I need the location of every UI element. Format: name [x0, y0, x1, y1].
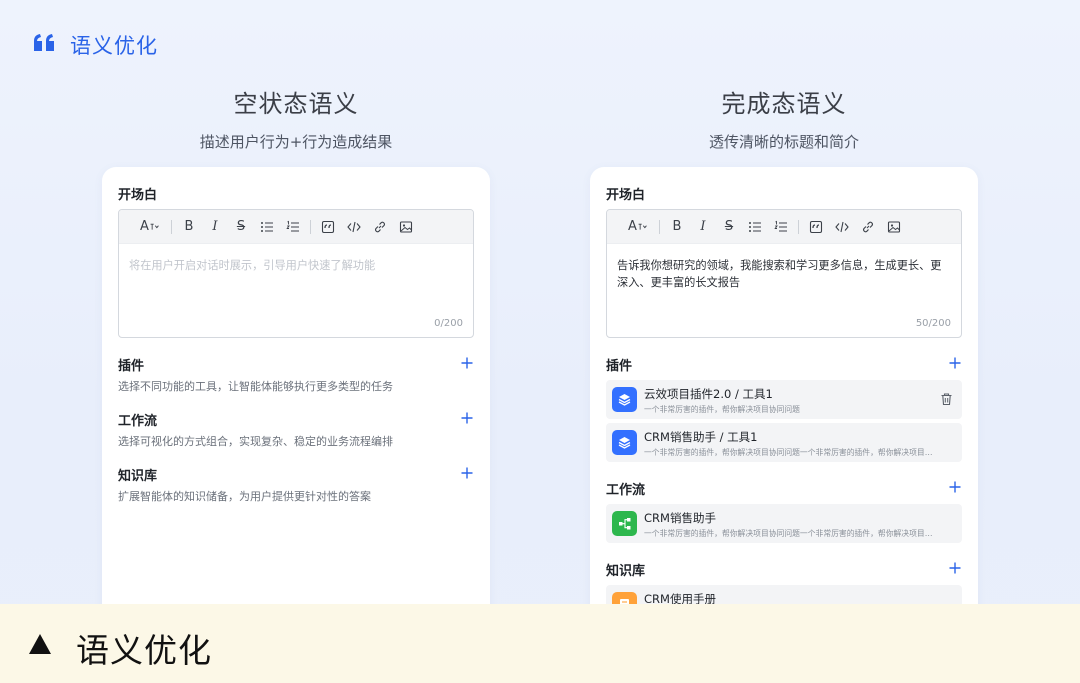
font-size-glyph: A: [140, 219, 149, 234]
plugin-item-title: CRM销售助手 / 工具1: [644, 430, 758, 444]
left-column-subtitle: 描述用户行为+行为造成结果: [199, 133, 393, 151]
bold-icon[interactable]: B: [664, 214, 690, 240]
toolbar-divider: [659, 219, 660, 234]
opening-text: 告诉我你想研究的领域，我能搜索和学习更多信息，生成更长、更深入、更丰富的长文报告: [617, 259, 942, 289]
editor-toolbar: A B I S: [607, 210, 961, 244]
left-column-title: 空状态语义: [233, 90, 359, 118]
caption-banner: 语义优化: [0, 604, 1080, 683]
opening-editor[interactable]: A B I S 将在用户开启对话时展示，引导用户快速了解功能 0/200: [118, 209, 474, 338]
bold-glyph: B: [672, 219, 682, 234]
font-size-glyph: A: [628, 219, 637, 234]
bold-icon[interactable]: B: [176, 214, 202, 240]
workflow-branch-icon: [612, 511, 637, 536]
plugin-item[interactable]: CRM销售助手 / 工具1 一个非常厉害的插件，帮你解决项目协同问题一个非常厉害…: [606, 423, 962, 462]
page-title: 语义优化: [70, 34, 158, 58]
editor-toolbar: A B I S: [119, 210, 473, 244]
add-workflow-icon[interactable]: [948, 480, 962, 494]
strikethrough-icon[interactable]: S: [716, 214, 742, 240]
bullet-list-icon[interactable]: [742, 214, 768, 240]
plugins-label: 插件: [118, 359, 145, 374]
workflow-item[interactable]: CRM销售助手 一个非常厉害的插件，帮你解决项目协同问题一个非常厉害的插件，帮你…: [606, 504, 962, 543]
toolbar-divider: [310, 219, 311, 234]
add-plugin-icon[interactable]: [460, 356, 474, 370]
plugin-item-desc: 一个非常厉害的插件，帮你解决项目协同问题: [644, 405, 800, 414]
font-size-icon[interactable]: A: [621, 214, 655, 240]
plugin-item-desc: 一个非常厉害的插件，帮你解决项目协同问题一个非常厉害的插件，帮你解决项目协同问题: [644, 448, 940, 457]
knowledge-description: 扩展智能体的知识储备，为用户提供更针对性的答案: [118, 490, 371, 503]
knowledge-label: 知识库: [606, 564, 646, 579]
italic-icon[interactable]: I: [202, 214, 228, 240]
strikethrough-icon[interactable]: S: [228, 214, 254, 240]
workflow-description: 选择可视化的方式组合，实现复杂、稳定的业务流程编排: [118, 435, 393, 448]
plugins-description: 选择不同功能的工具，让智能体能够执行更多类型的任务: [118, 380, 393, 393]
right-column-title: 完成态语义: [721, 90, 847, 118]
link-icon[interactable]: [367, 214, 393, 240]
workflow-label: 工作流: [606, 483, 646, 498]
italic-glyph: I: [212, 219, 218, 234]
quote-icon: [34, 34, 54, 51]
right-column-subtitle: 透传清晰的标题和简介: [708, 133, 859, 151]
char-counter: 0/200: [434, 318, 463, 329]
add-plugin-icon[interactable]: [948, 356, 962, 370]
add-workflow-icon[interactable]: [460, 411, 474, 425]
numbered-list-icon[interactable]: [280, 214, 306, 240]
opening-label: 开场白: [118, 188, 158, 203]
workflow-item-title: CRM销售助手: [644, 511, 716, 525]
caption-text: 语义优化: [76, 631, 212, 670]
trash-icon[interactable]: [940, 392, 953, 406]
bold-glyph: B: [184, 219, 194, 234]
link-icon[interactable]: [855, 214, 881, 240]
add-knowledge-icon[interactable]: [948, 561, 962, 575]
strikethrough-glyph: S: [724, 219, 734, 234]
code-icon[interactable]: [829, 214, 855, 240]
bullet-list-icon[interactable]: [254, 214, 280, 240]
char-counter: 50/200: [915, 318, 951, 329]
quote-block-icon[interactable]: [803, 214, 829, 240]
workflow-item-desc: 一个非常厉害的插件，帮你解决项目协同问题一个非常厉害的插件，帮你解决项目协同问题: [644, 529, 940, 538]
italic-glyph: I: [700, 219, 706, 234]
toolbar-divider: [798, 219, 799, 234]
plugins-label: 插件: [606, 359, 633, 374]
code-icon[interactable]: [341, 214, 367, 240]
strikethrough-glyph: S: [236, 219, 246, 234]
plugin-layers-icon: [612, 387, 637, 412]
opening-editor[interactable]: A B I S 告诉我你想研究的领域，我能搜索和学习更多信息，生成更长、更深入、…: [606, 209, 962, 338]
workflow-label: 工作流: [118, 414, 158, 429]
italic-icon[interactable]: I: [690, 214, 716, 240]
toolbar-divider: [171, 219, 172, 234]
plugin-item[interactable]: 云效项目插件2.0 / 工具1 一个非常厉害的插件，帮你解决项目协同问题: [606, 380, 962, 419]
plugin-layers-icon: [612, 430, 637, 455]
image-icon[interactable]: [881, 214, 907, 240]
knowledge-label: 知识库: [118, 469, 158, 484]
triangle-up-icon: [29, 634, 51, 654]
add-knowledge-icon[interactable]: [460, 466, 474, 480]
numbered-list-icon[interactable]: [768, 214, 794, 240]
page-header: 语义优化: [32, 30, 158, 60]
quote-block-icon[interactable]: [315, 214, 341, 240]
font-size-icon[interactable]: A: [133, 214, 167, 240]
completed-state-card: 开场白 A B I S 告诉我你想研究的领域，我能搜索和学习更多信息，生成更长、…: [590, 167, 978, 637]
empty-state-card: 开场白 A B I S 将在用户开启对话时展示，引导用户快速了解功能 0/200…: [102, 167, 490, 637]
plugin-item-title: 云效项目插件2.0 / 工具1: [644, 387, 773, 401]
image-icon[interactable]: [393, 214, 419, 240]
opening-placeholder: 将在用户开启对话时展示，引导用户快速了解功能: [129, 259, 376, 272]
opening-label: 开场白: [606, 188, 646, 203]
